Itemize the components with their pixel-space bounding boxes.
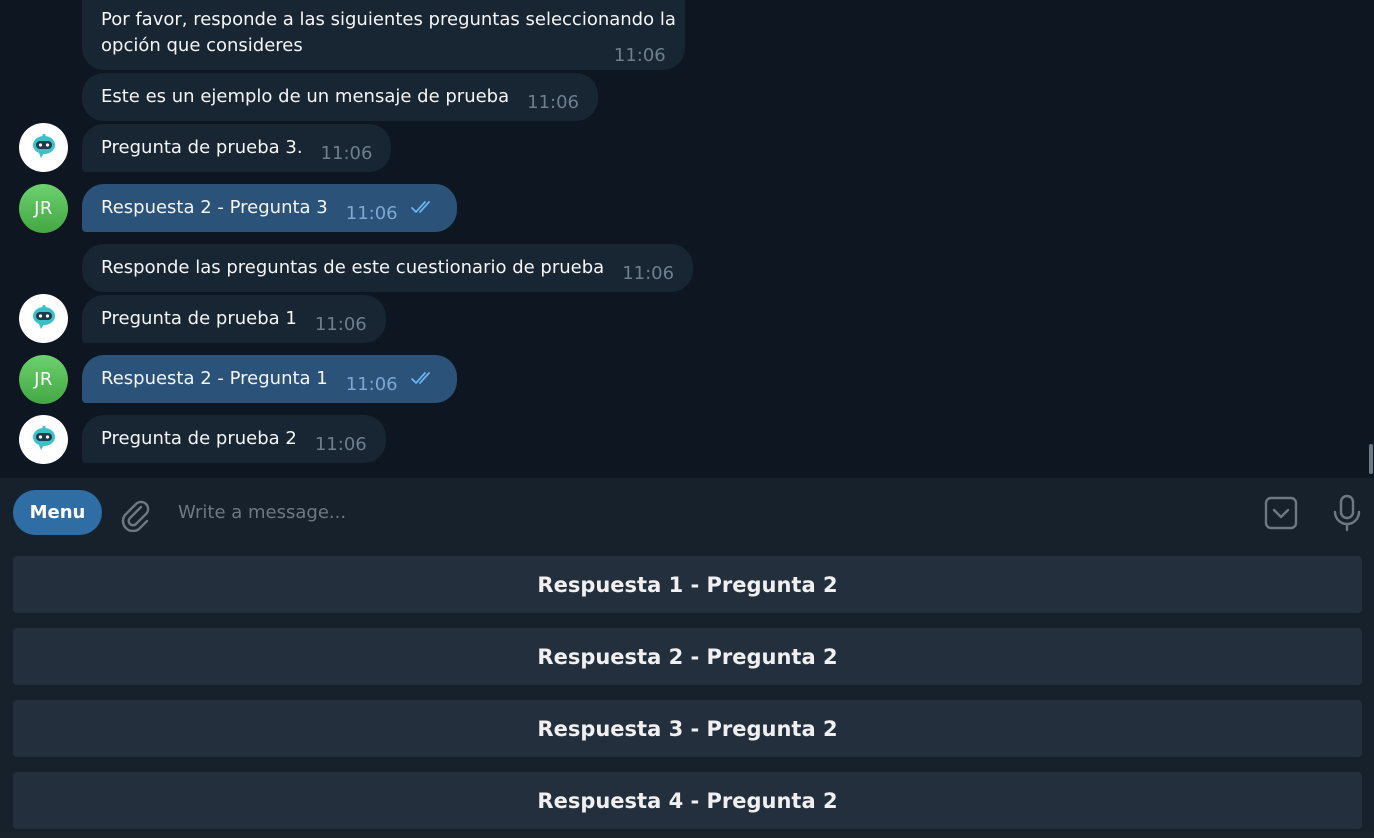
message-text: Respuesta 2 - Pregunta 3 (101, 197, 328, 218)
message-bubble: Por favor, responde a las siguientes pre… (82, 0, 685, 70)
chat-scrollbar[interactable] (1369, 444, 1373, 474)
microphone-icon[interactable] (1330, 494, 1364, 532)
window-bottom-edge (0, 832, 1374, 838)
user-avatar[interactable]: JR (19, 184, 68, 233)
reply-button[interactable]: Respuesta 1 - Pregunta 2 (13, 556, 1362, 613)
message-text: Pregunta de prueba 2 (101, 428, 297, 449)
reply-button[interactable]: Respuesta 4 - Pregunta 2 (13, 772, 1362, 829)
message-time: 11:06 (314, 314, 367, 335)
chat-history: Por favor, responde a las siguientes pre… (0, 0, 1374, 478)
message-bubble-outgoing: Respuesta 2 - Pregunta 3 11:06 (82, 184, 457, 232)
message-text: Por favor, responde a las siguientes pre… (101, 9, 676, 56)
robot-icon (32, 425, 55, 450)
message-text: Pregunta de prueba 3. (101, 137, 303, 158)
message-time: 11:06 (527, 92, 580, 113)
message-bubble: Pregunta de prueba 1 11:06 (82, 295, 386, 343)
message-time: 11:06 (345, 374, 398, 395)
message-time: 11:06 (345, 203, 398, 224)
bot-avatar[interactable] (19, 123, 68, 172)
user-initials: JR (34, 369, 53, 390)
message-time: 11:06 (613, 45, 666, 66)
robot-icon (32, 304, 55, 329)
double-check-icon (410, 368, 438, 394)
message-time: 11:06 (314, 434, 367, 455)
message-bubble: Pregunta de prueba 2 11:06 (82, 415, 386, 463)
message-bubble: Este es un ejemplo de un mensaje de prue… (82, 73, 599, 121)
bot-avatar[interactable] (19, 294, 68, 343)
user-initials: JR (34, 198, 53, 219)
message-bubble: Pregunta de prueba 3. 11:06 (82, 124, 392, 172)
message-text: Pregunta de prueba 1 (101, 308, 297, 329)
paperclip-icon[interactable] (117, 496, 153, 533)
message-text: Respuesta 2 - Pregunta 1 (101, 368, 328, 389)
message-time: 11:06 (622, 263, 675, 284)
message-bubble: Responde las preguntas de este cuestiona… (82, 244, 694, 292)
reply-keyboard: Respuesta 1 - Pregunta 2 Respuesta 2 - P… (0, 546, 1374, 838)
message-text: Este es un ejemplo de un mensaje de prue… (101, 86, 510, 107)
reply-button[interactable]: Respuesta 2 - Pregunta 2 (13, 628, 1362, 685)
message-input[interactable] (178, 492, 1228, 532)
user-avatar[interactable]: JR (19, 355, 68, 404)
bot-menu-button[interactable]: Menu (13, 490, 102, 535)
reply-button[interactable]: Respuesta 3 - Pregunta 2 (13, 700, 1362, 757)
message-text: Responde las preguntas de este cuestiona… (101, 257, 605, 278)
message-time: 11:06 (320, 143, 373, 164)
robot-icon (32, 133, 55, 158)
message-composer: Menu (0, 478, 1374, 546)
bot-avatar[interactable] (19, 415, 68, 464)
keyboard-toggle-icon[interactable] (1263, 495, 1299, 531)
message-bubble-outgoing: Respuesta 2 - Pregunta 1 11:06 (82, 355, 457, 403)
double-check-icon (410, 197, 438, 223)
